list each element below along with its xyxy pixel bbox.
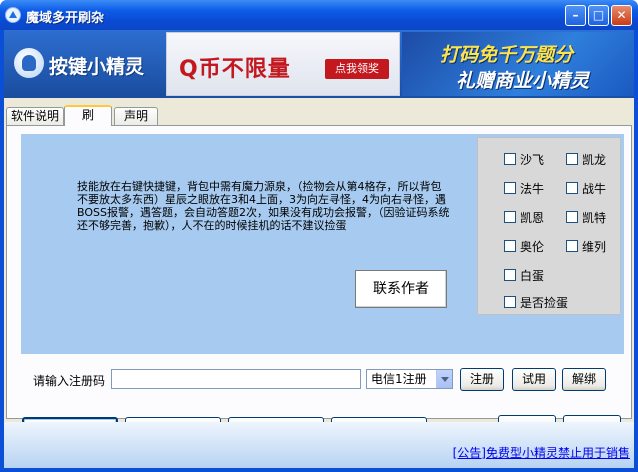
title-bar[interactable]: 魔域多开刷杂 – □ ✕ — [0, 0, 638, 30]
tab-brush[interactable]: 刷 — [64, 105, 112, 126]
unbind-button[interactable]: 解绑 — [562, 368, 606, 391]
app-icon — [5, 7, 21, 23]
footer: [公告]免费型小精灵禁止用于销售 — [4, 422, 634, 468]
content-area: 技能放在右键快捷键，背包中需有魔力源泉，（捡物会从第4格存，所以背包不要放太多东… — [21, 134, 624, 354]
checkbox-shafei[interactable]: 沙飞 — [504, 152, 544, 167]
logo: 按键小精灵 — [4, 30, 166, 98]
ad-captcha-line1: 打码免千万题分 — [440, 44, 574, 66]
logo-icon — [14, 48, 44, 78]
client-area: 按键小精灵 Q币不限量 点我领奖 打码免千万题分 礼赠商业小精灵 软件说明 刷 … — [4, 30, 634, 468]
minimize-button[interactable]: – — [565, 5, 586, 26]
tab-panel: 技能放在右键快捷键，背包中需有魔力源泉，（捡物会从第4格存，所以背包不要放太多东… — [6, 125, 632, 443]
logo-text: 按键小精灵 — [49, 56, 145, 78]
checkbox-box[interactable] — [504, 153, 516, 165]
registration-label: 请输入注册码 — [33, 374, 106, 388]
checkbox-box[interactable] — [566, 182, 578, 194]
checkbox-weilie[interactable]: 维列 — [566, 239, 606, 254]
checkbox-kaien[interactable]: 凯恩 — [504, 210, 544, 225]
checkbox-box[interactable] — [566, 211, 578, 223]
maximize-button[interactable]: □ — [588, 5, 609, 26]
registration-type-value: 电信1注册 — [371, 372, 427, 386]
checkbox-box[interactable] — [504, 182, 516, 194]
register-button[interactable]: 注册 — [460, 368, 504, 391]
ad-claim-button[interactable]: 点我领奖 — [325, 59, 389, 79]
notice-link[interactable]: [公告]免费型小精灵禁止用于销售 — [453, 444, 630, 461]
checkbox-white-egg[interactable]: 白蛋 — [504, 268, 544, 283]
app-window: 魔域多开刷杂 – □ ✕ 按键小精灵 Q币不限量 点我领奖 打码免千万题分 礼赠… — [0, 0, 638, 472]
ad-captcha-line2: 礼赠商业小精灵 — [456, 70, 590, 92]
checkbox-kailong[interactable]: 凯龙 — [566, 152, 606, 167]
tab-software-info[interactable]: 软件说明 — [6, 107, 64, 125]
ad-banner-qcoin[interactable]: Q币不限量 点我领奖 — [166, 32, 400, 96]
checkbox-box[interactable] — [504, 296, 516, 308]
contact-author-button[interactable]: 联系作者 — [355, 270, 447, 308]
window-title: 魔域多开刷杂 — [26, 11, 105, 26]
checkbox-kaite[interactable]: 凯特 — [566, 210, 606, 225]
close-button[interactable]: ✕ — [611, 5, 632, 26]
tab-statement[interactable]: 声明 — [114, 107, 158, 125]
trial-button[interactable]: 试用 — [512, 368, 556, 391]
checkbox-box[interactable] — [504, 211, 516, 223]
checkbox-box[interactable] — [566, 240, 578, 252]
checkbox-zhanniu[interactable]: 战牛 — [566, 181, 606, 196]
checkbox-box[interactable] — [504, 269, 516, 281]
banner: 按键小精灵 Q币不限量 点我领奖 打码免千万题分 礼赠商业小精灵 — [4, 30, 634, 98]
option-panel: 沙飞 凯龙 法牛 战牛 凯恩 凯特 奥伦 维列 白蛋 是否捡蛋 — [477, 137, 621, 315]
ad-banner-captcha[interactable]: 打码免千万题分 礼赠商业小精灵 — [402, 32, 634, 96]
checkbox-pick-egg[interactable]: 是否捡蛋 — [504, 295, 568, 310]
checkbox-box[interactable] — [566, 153, 578, 165]
checkbox-box[interactable] — [504, 240, 516, 252]
checkbox-faniu[interactable]: 法牛 — [504, 181, 544, 196]
instructions-text: 技能放在右键快捷键，背包中需有魔力源泉，（捡物会从第4格存，所以背包不要放太多东… — [77, 180, 450, 232]
checkbox-aolun[interactable]: 奥伦 — [504, 239, 544, 254]
registration-code-input[interactable] — [111, 369, 361, 389]
chevron-down-icon[interactable] — [436, 370, 452, 388]
ad-qcoin-text: Q币不限量 — [179, 57, 291, 82]
tab-bar: 软件说明 刷 声明 — [4, 105, 634, 126]
registration-type-select[interactable]: 电信1注册 — [366, 369, 453, 389]
